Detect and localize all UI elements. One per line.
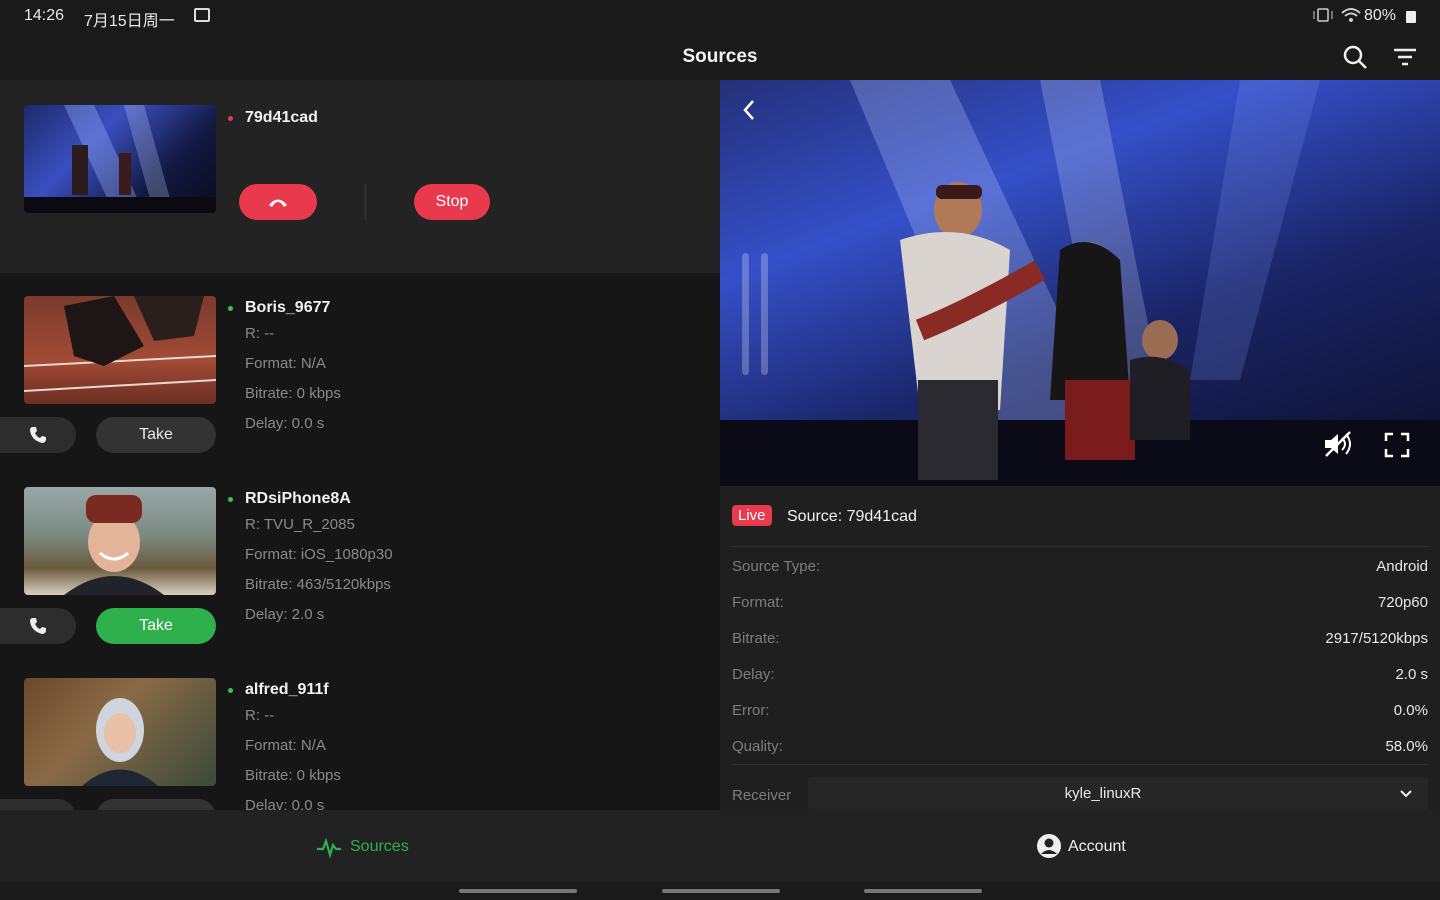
filter-icon[interactable]: [1392, 46, 1418, 68]
audio-level-meter-left: [742, 253, 749, 375]
chevron-down-icon: [1398, 787, 1414, 801]
vibrate-icon: [1312, 8, 1334, 22]
bitrate-value: 2917/5120kbps: [1325, 630, 1428, 647]
divider: [365, 184, 366, 220]
bitrate-label: Bitrate:: [732, 630, 780, 647]
take-button[interactable]: [96, 799, 216, 810]
take-button[interactable]: Take: [96, 608, 216, 644]
delay-label: Delay:: [732, 666, 775, 683]
source-detail-panel: Live Source: 79d41cad Source Type: Andro…: [720, 80, 1440, 810]
source-thumbnail[interactable]: [24, 487, 216, 595]
phone-icon: [30, 427, 46, 443]
receiver-select[interactable]: kyle_linuxR: [808, 777, 1428, 810]
nav-account-label: Account: [1068, 838, 1126, 855]
source-info: Live Source: 79d41cad Source Type: Andro…: [720, 486, 1440, 810]
online-status-dot: [228, 306, 233, 311]
hangup-button[interactable]: [239, 184, 317, 220]
gesture-handle: [864, 889, 982, 893]
nav-sources-label: Sources: [350, 838, 409, 855]
divider: [732, 546, 1428, 547]
system-gesture-bar: [0, 882, 1440, 900]
video-preview[interactable]: [720, 80, 1440, 486]
quality-value: 58.0%: [1385, 738, 1428, 755]
take-button[interactable]: Take: [96, 417, 216, 453]
quality-label: Quality:: [732, 738, 783, 755]
gesture-handle: [662, 889, 780, 893]
source-delay: Delay: 0.0 s: [245, 415, 325, 432]
fullscreen-icon[interactable]: [1384, 432, 1410, 458]
error-label: Error:: [732, 702, 770, 719]
call-button[interactable]: [0, 799, 76, 810]
top-app-bar: Sources: [0, 34, 1440, 80]
status-date: 7月15日周一: [84, 13, 175, 30]
source-list: 79d41cad Stop Boris_9677 R: -- Format: N…: [0, 80, 720, 810]
hangup-icon: [269, 199, 287, 207]
receiver-value: kyle_linuxR: [1064, 785, 1142, 802]
battery-percent: 80%: [1364, 7, 1397, 24]
divider: [732, 764, 1428, 765]
source-receiver: R: --: [245, 707, 275, 724]
stop-button[interactable]: Stop: [414, 184, 490, 220]
gesture-handle: [459, 889, 577, 893]
wifi-icon: [1340, 7, 1362, 23]
source-receiver: R: TVU_R_2085: [245, 516, 355, 533]
sources-icon: [316, 835, 342, 859]
format-label: Format:: [732, 594, 784, 611]
source-bitrate: Bitrate: 463/5120kbps: [245, 576, 391, 593]
nav-tab-account[interactable]: Account: [1030, 810, 1170, 882]
source-name: Boris_9677: [245, 299, 331, 316]
gallery-notification-icon: [194, 8, 210, 22]
active-source-thumbnail[interactable]: [24, 105, 216, 213]
bottom-navigation: Sources Account: [0, 810, 1440, 882]
online-status-dot: [228, 688, 233, 693]
phone-icon: [30, 618, 46, 634]
source-thumbnail[interactable]: [24, 678, 216, 786]
source-thumbnail[interactable]: [24, 296, 216, 404]
status-time: 14:26: [24, 7, 65, 24]
source-receiver: R: --: [245, 325, 275, 342]
detail-source-title: Source: 79d41cad: [787, 508, 917, 525]
active-source-name: 79d41cad: [245, 109, 318, 126]
nav-tab-sources[interactable]: Sources: [300, 810, 440, 882]
source-item: RDsiPhone8A R: TVU_R_2085 Format: iOS_10…: [0, 485, 720, 665]
page-title: Sources: [682, 46, 758, 67]
account-icon: [1036, 833, 1062, 859]
call-button[interactable]: [0, 417, 76, 453]
search-icon[interactable]: [1342, 44, 1368, 70]
source-item: Boris_9677 R: -- Format: N/A Bitrate: 0 …: [0, 294, 720, 474]
source-name: RDsiPhone8A: [245, 490, 351, 507]
format-value: 720p60: [1377, 594, 1428, 611]
error-value: 0.0%: [1393, 702, 1428, 719]
source-type-value: Android: [1376, 558, 1428, 575]
source-format: Format: N/A: [245, 737, 326, 754]
source-delay: Delay: 2.0 s: [245, 606, 325, 623]
source-name: alfred_911f: [245, 681, 329, 698]
receiver-label: Receiver: [732, 787, 792, 804]
mute-icon[interactable]: [1322, 430, 1354, 458]
active-source-card: 79d41cad Stop: [0, 80, 720, 273]
offline-status-dot: [228, 116, 233, 121]
source-item: alfred_911f R: -- Format: N/A Bitrate: 0…: [0, 676, 720, 810]
live-badge: Live: [732, 505, 772, 526]
source-bitrate: Bitrate: 0 kbps: [245, 385, 341, 402]
audio-level-meter-right: [761, 253, 768, 375]
battery-icon: [1406, 11, 1416, 23]
source-format: Format: N/A: [245, 355, 326, 372]
delay-value: 2.0 s: [1395, 666, 1428, 683]
call-button[interactable]: [0, 608, 76, 644]
source-delay: Delay: 0.0 s: [245, 797, 325, 810]
status-bar: 14:26 7月15日周一 80%: [0, 0, 1440, 34]
source-format: Format: iOS_1080p30: [245, 546, 393, 563]
back-icon[interactable]: [738, 98, 762, 122]
online-status-dot: [228, 497, 233, 502]
source-bitrate: Bitrate: 0 kbps: [245, 767, 341, 784]
source-type-label: Source Type:: [732, 558, 821, 575]
